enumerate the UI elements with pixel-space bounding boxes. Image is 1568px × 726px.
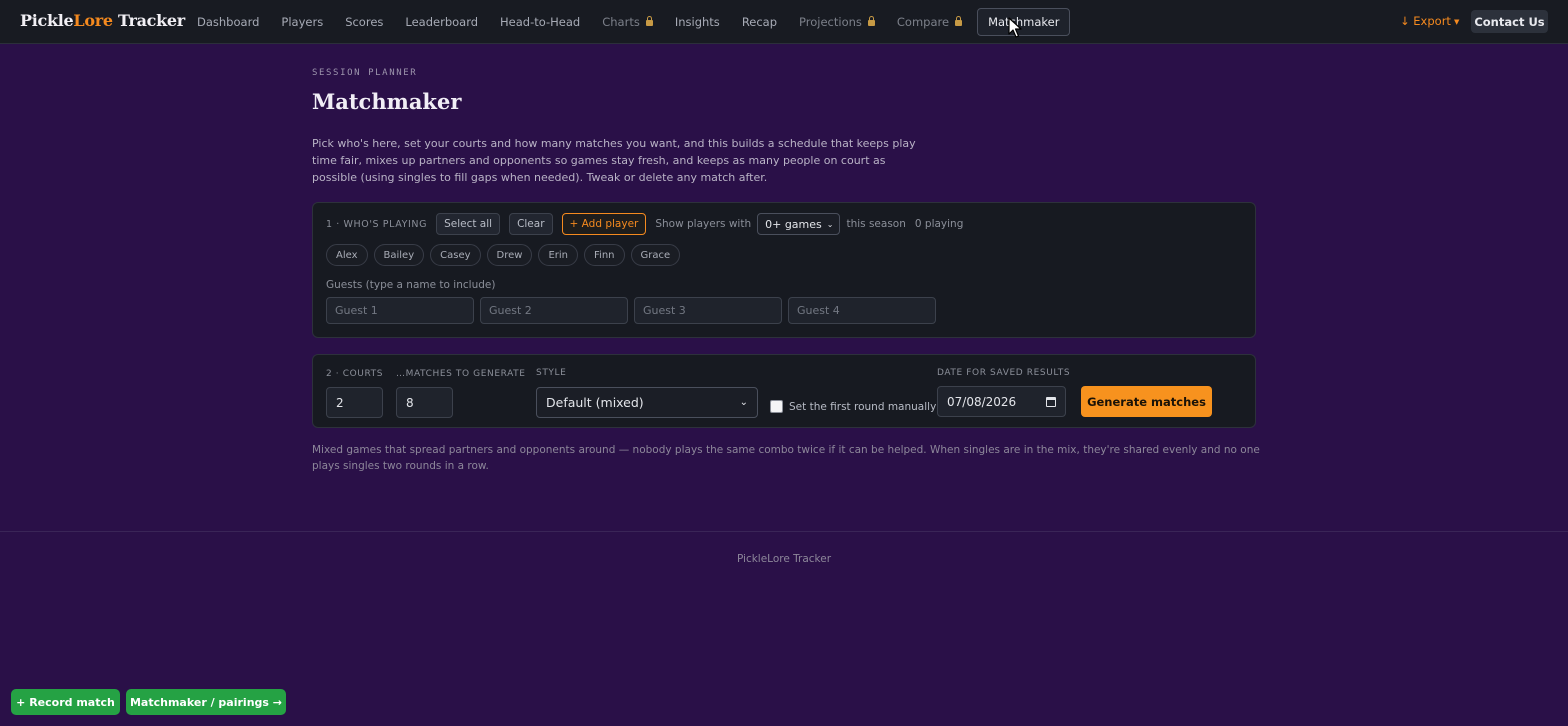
nav-item-scores[interactable]: Scores bbox=[334, 8, 394, 36]
select-all-button[interactable]: Select all bbox=[436, 213, 501, 235]
games-filter-select[interactable]: 0+ games ⌄ bbox=[757, 213, 841, 235]
page-title: Matchmaker bbox=[312, 89, 462, 114]
playing-count: 0 playing bbox=[914, 218, 964, 230]
nav-item-compare[interactable]: Compare bbox=[886, 8, 973, 36]
nav-item-players[interactable]: Players bbox=[270, 8, 334, 36]
chevron-down-icon: ⌄ bbox=[739, 397, 748, 408]
guest-input-1[interactable] bbox=[326, 297, 474, 324]
brand-logo[interactable]: PickleLore Tracker bbox=[20, 11, 185, 30]
guest-input-2[interactable] bbox=[480, 297, 628, 324]
matches-input[interactable]: 8 bbox=[396, 387, 453, 418]
add-player-button[interactable]: + Add player bbox=[561, 213, 647, 235]
caret-down-icon: ▼ bbox=[1453, 18, 1460, 26]
nav-item-label: Recap bbox=[741, 15, 778, 29]
brand-part-2: Lore bbox=[73, 11, 113, 30]
style-select[interactable]: Default (mixed) ⌄ bbox=[536, 387, 758, 418]
nav-item-label: Players bbox=[281, 15, 324, 29]
calendar-icon[interactable] bbox=[1046, 396, 1056, 407]
brand-part-1: Pickle bbox=[20, 11, 74, 30]
nav-item-label: Matchmaker bbox=[988, 15, 1060, 29]
brand-part-3: Tracker bbox=[112, 11, 185, 30]
date-label: DATE FOR SAVED RESULTS bbox=[937, 368, 1071, 378]
nav-item-recap[interactable]: Recap bbox=[731, 8, 788, 36]
player-chip[interactable]: Alex bbox=[326, 244, 368, 266]
guest-inputs bbox=[326, 297, 942, 324]
top-nav: PickleLore Tracker Dashboard Players Score… bbox=[0, 0, 1568, 44]
manual-first-round-checkbox[interactable] bbox=[770, 400, 783, 413]
export-menu[interactable]: ↓ Export ▼ bbox=[1400, 14, 1459, 28]
lock-icon bbox=[867, 16, 875, 26]
settings-card: 2 · COURTS 2 …MATCHES TO GENERATE 8 STYL… bbox=[312, 354, 1256, 428]
lock-icon bbox=[955, 16, 963, 26]
matches-label: …MATCHES TO GENERATE bbox=[396, 369, 526, 379]
courts-input[interactable]: 2 bbox=[326, 387, 383, 418]
courts-label: 2 · COURTS bbox=[326, 369, 384, 379]
style-label: STYLE bbox=[536, 368, 567, 378]
clear-button[interactable]: Clear bbox=[509, 213, 553, 235]
nav-item-dashboard[interactable]: Dashboard bbox=[186, 8, 270, 36]
nav-item-label: Scores bbox=[345, 15, 384, 29]
nav-item-label: Projections bbox=[799, 15, 862, 29]
player-chip[interactable]: Grace bbox=[630, 244, 681, 266]
contact-us-button[interactable]: Contact Us bbox=[1471, 10, 1548, 33]
nav-item-label: Dashboard bbox=[197, 15, 260, 29]
footer-text: PickleLore Tracker bbox=[736, 553, 832, 565]
nav-item-label: Charts bbox=[602, 15, 640, 29]
date-input[interactable]: 07/08/2026 bbox=[937, 386, 1066, 417]
whos-playing-card: 1 · WHO'S PLAYING Select all Clear + Add… bbox=[312, 202, 1256, 338]
footer-divider bbox=[0, 531, 1568, 532]
export-label: ↓ Export bbox=[1400, 14, 1451, 28]
nav-item-projections[interactable]: Projections bbox=[788, 8, 886, 36]
record-match-button[interactable]: + Record match bbox=[11, 689, 120, 715]
nav-item-matchmaker[interactable]: Matchmaker bbox=[977, 8, 1071, 36]
nav-item-label: Leaderboard bbox=[405, 15, 479, 29]
style-value: Default (mixed) bbox=[546, 395, 644, 410]
whos-playing-toolbar: 1 · WHO'S PLAYING Select all Clear + Add… bbox=[326, 213, 969, 235]
player-chip[interactable]: Erin bbox=[538, 244, 579, 266]
player-chips: Alex Bailey Casey Drew Erin Finn Grace bbox=[326, 244, 686, 266]
guest-input-4[interactable] bbox=[788, 297, 936, 324]
nav-item-insights[interactable]: Insights bbox=[664, 8, 731, 36]
date-value: 07/08/2026 bbox=[947, 394, 1017, 409]
guest-input-3[interactable] bbox=[634, 297, 782, 324]
nav-item-head-to-head[interactable]: Head-to-Head bbox=[489, 8, 591, 36]
player-chip[interactable]: Drew bbox=[486, 244, 533, 266]
lock-icon bbox=[645, 16, 653, 26]
manual-first-round-label: Set the first round manually bbox=[789, 401, 937, 413]
nav-item-charts[interactable]: Charts bbox=[591, 8, 664, 36]
generate-matches-button[interactable]: Generate matches bbox=[1081, 386, 1212, 417]
player-chip[interactable]: Casey bbox=[430, 244, 481, 266]
show-players-label: Show players with bbox=[655, 218, 752, 230]
page-intro: Pick who's here, set your courts and how… bbox=[312, 137, 916, 184]
whos-playing-label: 1 · WHO'S PLAYING bbox=[326, 218, 428, 230]
player-chip[interactable]: Finn bbox=[584, 244, 625, 266]
nav-item-label: Head-to-Head bbox=[500, 15, 581, 29]
player-chip[interactable]: Bailey bbox=[373, 244, 425, 266]
guests-label: Guests (type a name to include) bbox=[326, 279, 496, 291]
mouse-cursor-icon bbox=[1008, 17, 1022, 38]
matchmaker-pairings-button[interactable]: Matchmaker / pairings → bbox=[126, 689, 286, 715]
nav-item-label: Insights bbox=[674, 15, 720, 29]
nav-item-label: Compare bbox=[896, 15, 950, 29]
style-explanation: Mixed games that spread partners and opp… bbox=[312, 444, 1260, 472]
this-season-label: this season bbox=[846, 218, 906, 230]
nav-item-leaderboard[interactable]: Leaderboard bbox=[394, 8, 489, 36]
chevron-down-icon: ⌄ bbox=[826, 219, 834, 229]
page-eyebrow: SESSION PLANNER bbox=[312, 68, 418, 78]
nav-links: Dashboard Players Scores Leaderboard Head-to… bbox=[186, 8, 1071, 36]
games-filter-value: 0+ games bbox=[765, 217, 822, 231]
